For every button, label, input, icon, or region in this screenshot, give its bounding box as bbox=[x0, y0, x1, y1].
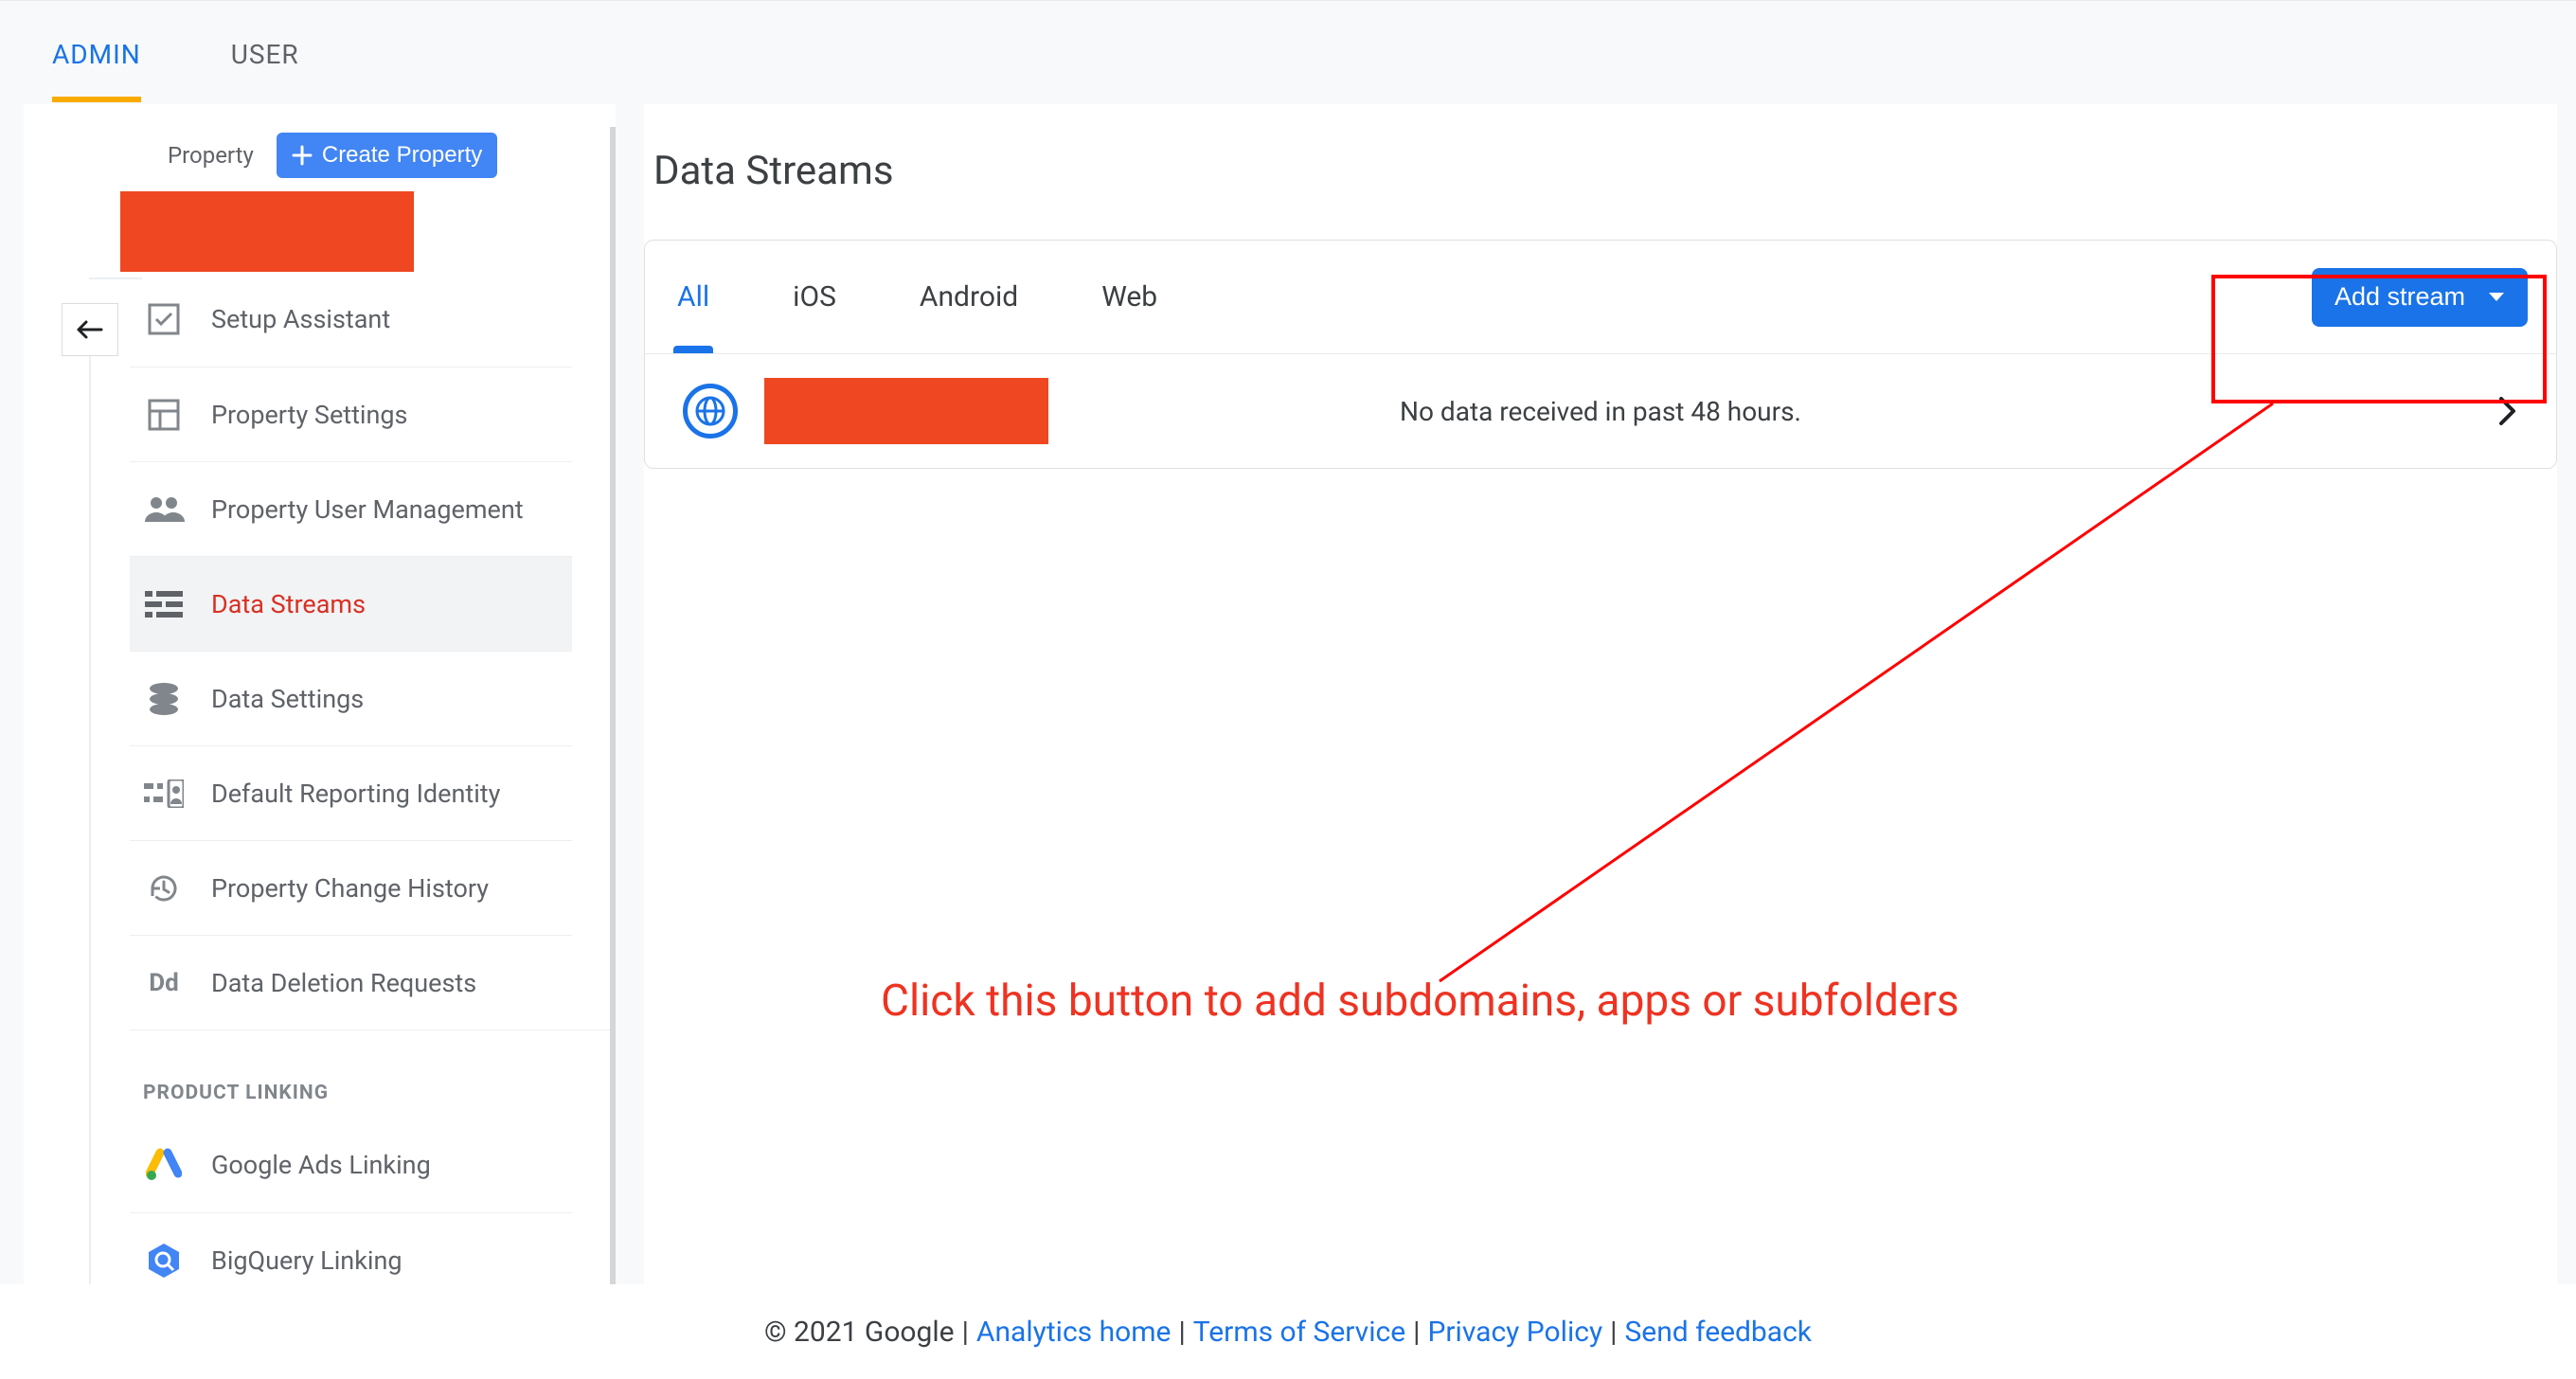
layout-icon bbox=[143, 394, 185, 436]
footer-feedback[interactable]: Send feedback bbox=[1624, 1316, 1812, 1349]
add-stream-button[interactable]: Add stream bbox=[2312, 268, 2528, 327]
sidebar-item-data-streams[interactable]: Data Streams bbox=[130, 556, 572, 651]
annotation-text: Click this button to add subdomains, app… bbox=[881, 976, 1959, 1027]
plus-icon bbox=[292, 145, 313, 166]
sidebar-item-label: Google Ads Linking bbox=[211, 1150, 431, 1180]
back-button[interactable] bbox=[62, 303, 118, 356]
caret-down-icon bbox=[2488, 292, 2505, 303]
add-stream-label: Add stream bbox=[2334, 282, 2465, 312]
identity-icon bbox=[143, 773, 185, 815]
create-property-label: Create Property bbox=[322, 142, 482, 169]
sidebar-item-data-settings[interactable]: Data Settings bbox=[130, 651, 572, 745]
sidebar-item-label: BigQuery Linking bbox=[211, 1245, 402, 1276]
stream-status-message: No data received in past 48 hours. bbox=[645, 396, 2556, 427]
property-label: Property bbox=[168, 142, 254, 169]
dd-icon: Dd bbox=[143, 962, 185, 1004]
sidebar: Property Create Property Setup Assistant bbox=[24, 104, 616, 1284]
sidebar-item-label: Default Reporting Identity bbox=[211, 779, 500, 809]
sidebar-item-label: Data Streams bbox=[211, 589, 366, 619]
footer: © 2021 Google | Analytics home | Terms o… bbox=[0, 1284, 2576, 1379]
streams-card: All iOS Android Web Add stream No data r… bbox=[644, 240, 2557, 469]
sidebar-item-label: Property Settings bbox=[211, 400, 408, 430]
footer-privacy[interactable]: Privacy Policy bbox=[1427, 1316, 1602, 1349]
tab-user[interactable]: USER bbox=[231, 3, 299, 102]
sidebar-item-label: Property Change History bbox=[211, 873, 489, 904]
filter-web[interactable]: Web bbox=[1098, 242, 1161, 351]
history-icon bbox=[143, 868, 185, 909]
database-icon bbox=[143, 678, 185, 720]
sidebar-nav: Setup Assistant Property Settings Proper… bbox=[120, 272, 610, 1284]
create-property-button[interactable]: Create Property bbox=[277, 133, 497, 178]
tree-line bbox=[89, 356, 91, 1284]
active-filter-underline bbox=[673, 346, 713, 353]
filter-ios[interactable]: iOS bbox=[789, 242, 840, 351]
sidebar-item-setup-assistant[interactable]: Setup Assistant bbox=[130, 272, 572, 367]
group-icon bbox=[143, 489, 185, 530]
sidebar-item-reporting-identity[interactable]: Default Reporting Identity bbox=[130, 745, 572, 840]
page-title: Data Streams bbox=[644, 148, 2557, 194]
footer-copyright: © 2021 Google bbox=[764, 1316, 955, 1349]
streams-icon bbox=[143, 583, 185, 625]
tab-admin[interactable]: ADMIN bbox=[52, 3, 141, 102]
filter-all[interactable]: All bbox=[673, 242, 713, 351]
sidebar-item-change-history[interactable]: Property Change History bbox=[130, 840, 572, 935]
back-arrow-icon bbox=[77, 319, 103, 340]
sidebar-item-ads-linking[interactable]: Google Ads Linking bbox=[130, 1118, 572, 1212]
property-header: Property Create Property bbox=[120, 127, 610, 191]
main-panel: Data Streams All iOS Android Web Add str… bbox=[644, 104, 2557, 1284]
footer-tos[interactable]: Terms of Service bbox=[1193, 1316, 1405, 1349]
google-ads-icon bbox=[143, 1144, 185, 1186]
top-tab-bar: ADMIN USER bbox=[0, 0, 2576, 104]
sidebar-item-user-management[interactable]: Property User Management bbox=[130, 461, 572, 556]
sidebar-item-deletion-requests[interactable]: Dd Data Deletion Requests bbox=[130, 935, 572, 1030]
bigquery-icon bbox=[143, 1240, 185, 1281]
sidebar-item-property-settings[interactable]: Property Settings bbox=[130, 367, 572, 461]
sidebar-scroll[interactable]: Property Create Property Setup Assistant bbox=[120, 127, 616, 1284]
redacted-property-name bbox=[120, 191, 414, 272]
sidebar-item-label: Data Deletion Requests bbox=[211, 968, 476, 998]
sidebar-item-bigquery-linking[interactable]: BigQuery Linking bbox=[130, 1212, 572, 1284]
sidebar-item-label: Setup Assistant bbox=[211, 304, 390, 334]
sidebar-item-label: Data Settings bbox=[211, 684, 364, 714]
filter-android[interactable]: Android bbox=[916, 242, 1022, 351]
checkbox-icon bbox=[143, 298, 185, 340]
sidebar-item-label: Property User Management bbox=[211, 494, 524, 525]
footer-analytics-home[interactable]: Analytics home bbox=[976, 1316, 1172, 1349]
workspace: Property Create Property Setup Assistant bbox=[0, 104, 2576, 1284]
stream-row[interactable]: No data received in past 48 hours. bbox=[645, 354, 2556, 468]
filter-row: All iOS Android Web Add stream bbox=[645, 241, 2556, 354]
section-product-linking: PRODUCT LINKING bbox=[130, 1030, 610, 1118]
